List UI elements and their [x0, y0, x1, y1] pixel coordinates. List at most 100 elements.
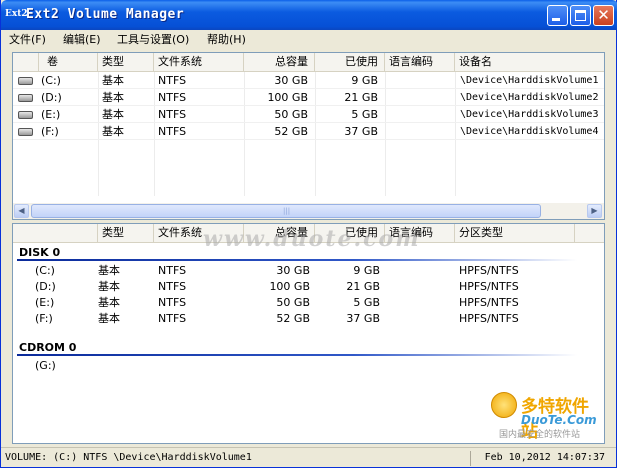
disk-view[interactable]: 类型 文件系统 总容量 已使用 语言编码 分区类型 www.duote.com … — [12, 223, 605, 444]
partition-row[interactable]: (C:) 基本 NTFS 30 GB 9 GB HPFS/NTFS — [13, 262, 604, 279]
partition-letter: (C:) — [35, 264, 55, 277]
menu-tools-settings[interactable]: 工具与设置(O) — [117, 32, 189, 47]
volume-type: 基本 — [102, 74, 124, 87]
disk-group-title: DISK 0 — [19, 246, 61, 259]
scrollbar-thumb[interactable]: ||| — [31, 204, 541, 218]
grip-icon: ||| — [283, 207, 291, 215]
partition-total: 100 GB — [269, 280, 310, 293]
partition-kind: HPFS/NTFS — [459, 264, 519, 277]
column-header-filesystem[interactable]: 文件系统 — [154, 53, 244, 71]
volume-device: \Device\HarddiskVolume2 — [460, 92, 599, 103]
disk-group-divider — [17, 259, 577, 261]
volume-row[interactable]: (D:) 基本 NTFS 100 GB 21 GB \Device\Harddi… — [13, 89, 604, 106]
column-header-filesystem[interactable]: 文件系统 — [154, 224, 244, 242]
app-icon-text: Ext2 — [5, 9, 28, 19]
hard-disk-icon — [18, 77, 33, 85]
window-title: Ext2 Volume Manager — [26, 7, 185, 22]
column-header-device[interactable]: 设备名 — [455, 53, 604, 71]
volume-list-header: 卷 类型 文件系统 总容量 已使用 语言编码 设备名 — [13, 53, 604, 72]
volume-total: 30 GB — [274, 74, 308, 87]
menu-bar: 文件(F) 编辑(E) 工具与设置(O) 帮助(H) — [2, 30, 616, 49]
close-icon: ✕ — [597, 6, 610, 24]
partition-letter: (E:) — [35, 296, 55, 309]
column-header-partition-type[interactable]: 分区类型 — [455, 224, 575, 242]
volume-used: 21 GB — [344, 91, 378, 104]
horizontal-scrollbar[interactable]: ◀ ||| ▶ — [13, 203, 604, 219]
scroll-left-button[interactable]: ◀ — [14, 204, 29, 218]
main-window: Ext2 Ext2 Volume Manager ✕ 文件(F) 编辑(E) 工… — [0, 0, 617, 468]
partition-letter: (D:) — [35, 280, 56, 293]
partition-kind: HPFS/NTFS — [459, 296, 519, 309]
maximize-icon — [575, 10, 586, 21]
column-header-type[interactable]: 类型 — [98, 224, 154, 242]
volume-filesystem: NTFS — [158, 91, 187, 104]
column-header-type[interactable]: 类型 — [98, 53, 154, 71]
volume-list[interactable]: 卷 类型 文件系统 总容量 已使用 语言编码 设备名 (C:) 基本 NTFS … — [12, 52, 605, 220]
partition-used: 5 GB — [353, 296, 380, 309]
column-header-used[interactable]: 已使用 — [315, 53, 385, 71]
logo-subtitle: 国内最安全的软件站 — [499, 430, 581, 440]
partition-total: 30 GB — [276, 264, 310, 277]
volume-used: 5 GB — [351, 108, 378, 121]
volume-total: 52 GB — [274, 125, 308, 138]
volume-row[interactable]: (E:) 基本 NTFS 50 GB 5 GB \Device\Harddisk… — [13, 106, 604, 123]
volume-filesystem: NTFS — [158, 108, 187, 121]
volume-type: 基本 — [102, 125, 124, 138]
partition-used: 21 GB — [346, 280, 380, 293]
partition-type: 基本 — [98, 312, 120, 325]
volume-codepage — [389, 123, 453, 140]
maximize-button[interactable] — [570, 5, 591, 26]
app-icon[interactable]: Ext2 — [5, 5, 28, 23]
partition-row[interactable]: (E:) 基本 NTFS 50 GB 5 GB HPFS/NTFS — [13, 294, 604, 311]
column-header-extra[interactable] — [575, 224, 604, 242]
volume-row[interactable]: (C:) 基本 NTFS 30 GB 9 GB \Device\Harddisk… — [13, 72, 604, 89]
hard-disk-icon — [18, 94, 33, 102]
partition-row[interactable]: (D:) 基本 NTFS 100 GB 21 GB HPFS/NTFS — [13, 278, 604, 295]
partition-filesystem: NTFS — [158, 296, 187, 309]
partition-filesystem: NTFS — [158, 280, 187, 293]
partition-used: 37 GB — [346, 312, 380, 325]
volume-device: \Device\HarddiskVolume1 — [460, 75, 599, 86]
column-header-codepage[interactable]: 语言编码 — [385, 53, 455, 71]
column-header-codepage[interactable]: 语言编码 — [385, 224, 455, 242]
partition-kind: HPFS/NTFS — [459, 312, 519, 325]
hard-disk-icon — [18, 128, 33, 136]
column-header-total[interactable]: 总容量 — [244, 224, 315, 242]
partition-kind: HPFS/NTFS — [459, 280, 519, 293]
volume-filesystem: NTFS — [158, 125, 187, 138]
volume-device: \Device\HarddiskVolume3 — [460, 109, 599, 120]
scroll-right-button[interactable]: ▶ — [587, 204, 602, 218]
volume-total: 50 GB — [274, 108, 308, 121]
volume-device: \Device\HarddiskVolume4 — [460, 126, 599, 137]
volume-row[interactable]: (F:) 基本 NTFS 52 GB 37 GB \Device\Harddis… — [13, 123, 604, 140]
volume-used: 37 GB — [344, 125, 378, 138]
column-header-used[interactable]: 已使用 — [315, 224, 385, 242]
duote-logo: 多特软件站 DuoTe.Com 国内最安全的软件站 — [481, 392, 601, 442]
status-volume-info: VOLUME: (C:) NTFS \Device\HarddiskVolume… — [5, 451, 471, 466]
menu-help[interactable]: 帮助(H) — [207, 32, 246, 47]
volume-letter: (E:) — [41, 108, 61, 121]
column-header-volume[interactable]: 卷 — [39, 53, 98, 71]
volume-total: 100 GB — [267, 91, 308, 104]
partition-filesystem: NTFS — [158, 312, 187, 325]
partition-row[interactable]: (G:) — [13, 357, 604, 374]
title-bar[interactable]: Ext2 Ext2 Volume Manager ✕ — [1, 0, 617, 30]
column-header-total[interactable]: 总容量 — [244, 53, 315, 71]
partition-row[interactable]: (F:) 基本 NTFS 52 GB 37 GB HPFS/NTFS — [13, 310, 604, 327]
column-header-volume[interactable] — [13, 224, 98, 242]
volume-codepage — [389, 89, 453, 106]
partition-total: 50 GB — [276, 296, 310, 309]
chevron-right-icon: ▶ — [591, 206, 598, 215]
volume-codepage — [389, 106, 453, 123]
volume-letter: (C:) — [41, 74, 61, 87]
close-button[interactable]: ✕ — [593, 5, 614, 26]
volume-type: 基本 — [102, 91, 124, 104]
menu-edit[interactable]: 编辑(E) — [63, 32, 101, 47]
hard-disk-icon — [18, 111, 33, 119]
logo-text-en: DuoTe.Com — [521, 413, 597, 427]
minimize-icon — [552, 18, 560, 21]
minimize-button[interactable] — [547, 5, 568, 26]
volume-codepage — [389, 72, 453, 89]
column-header-icon[interactable] — [13, 53, 39, 71]
menu-file[interactable]: 文件(F) — [9, 32, 46, 47]
